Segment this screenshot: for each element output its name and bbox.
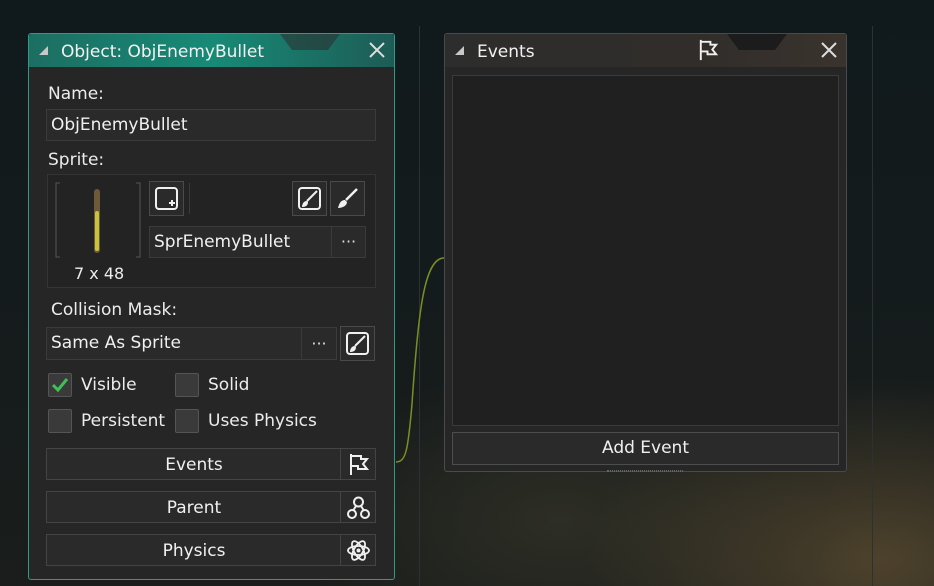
workspace-divider: [872, 26, 873, 586]
parent-button[interactable]: Parent: [46, 491, 376, 523]
grip-icon[interactable]: [39, 46, 48, 55]
collision-mask-field[interactable]: Same As Sprite: [46, 327, 302, 360]
name-label: Name:: [48, 84, 104, 104]
resize-handle[interactable]: [607, 470, 683, 472]
events-panel: Events Add Event: [444, 33, 847, 472]
event-list[interactable]: [452, 75, 839, 426]
add-event-button[interactable]: Add Event: [452, 432, 839, 465]
uses-physics-label: Uses Physics: [208, 411, 317, 431]
sprite-name-field[interactable]: SprEnemyBullet: [149, 226, 332, 258]
flag-icon: [699, 39, 719, 61]
physics-button[interactable]: Physics: [46, 534, 376, 566]
events-button-label: Events: [165, 455, 223, 475]
sprite-section: 7 x 48 SprEnemyBullet ···: [47, 174, 376, 288]
close-icon[interactable]: [820, 41, 838, 59]
checkmark-icon: [51, 378, 69, 393]
sprite-size: 7 x 48: [74, 264, 125, 283]
object-title: Object: ObjEnemyBullet: [61, 42, 264, 62]
edit-sprite-icon: [298, 187, 321, 210]
physics-button-icon-box: [340, 535, 375, 565]
edit-image-button[interactable]: [330, 181, 365, 216]
new-sprite-button[interactable]: [149, 181, 184, 216]
titlebar-notch: [280, 34, 340, 50]
close-icon[interactable]: [368, 41, 386, 59]
parent-icon: [347, 496, 370, 519]
flag-icon: [350, 454, 370, 475]
events-titlebar[interactable]: Events: [445, 34, 846, 67]
object-titlebar[interactable]: Object: ObjEnemyBullet: [29, 34, 394, 67]
solid-checkbox[interactable]: [175, 373, 199, 397]
name-field[interactable]: ObjEnemyBullet: [46, 109, 376, 141]
sprite-preview[interactable]: [54, 181, 142, 259]
titlebar-notch: [727, 34, 787, 50]
sprite-browse-button[interactable]: ···: [331, 226, 366, 258]
persistent-checkbox[interactable]: [48, 409, 72, 433]
parent-button-label: Parent: [166, 498, 222, 518]
edit-sprite-button[interactable]: [292, 181, 327, 216]
solid-label: Solid: [208, 375, 250, 395]
physics-icon: [347, 540, 370, 561]
link-connector: [395, 257, 445, 463]
uses-physics-checkbox[interactable]: [175, 409, 199, 433]
persistent-label: Persistent: [81, 411, 166, 431]
collision-mask-edit-button[interactable]: [340, 326, 375, 361]
collision-mask-browse-button[interactable]: ···: [301, 327, 337, 360]
events-button-icon-box: [340, 449, 375, 479]
events-title: Events: [477, 42, 535, 62]
parent-button-icon-box: [340, 492, 375, 522]
grip-icon[interactable]: [455, 46, 464, 55]
visible-label: Visible: [81, 375, 137, 395]
toolbar-separator: [189, 183, 190, 214]
sprite-label: Sprite:: [48, 150, 105, 170]
collision-mask-label: Collision Mask:: [51, 300, 178, 320]
events-button[interactable]: Events: [46, 448, 376, 480]
visible-checkbox[interactable]: [48, 373, 72, 397]
object-panel: Object: ObjEnemyBullet Name: ObjEnemyBul…: [28, 33, 395, 580]
edit-image-icon: [338, 188, 358, 208]
edit-sprite-icon: [346, 332, 369, 355]
physics-button-label: Physics: [162, 541, 226, 561]
new-sprite-icon: [155, 187, 178, 210]
